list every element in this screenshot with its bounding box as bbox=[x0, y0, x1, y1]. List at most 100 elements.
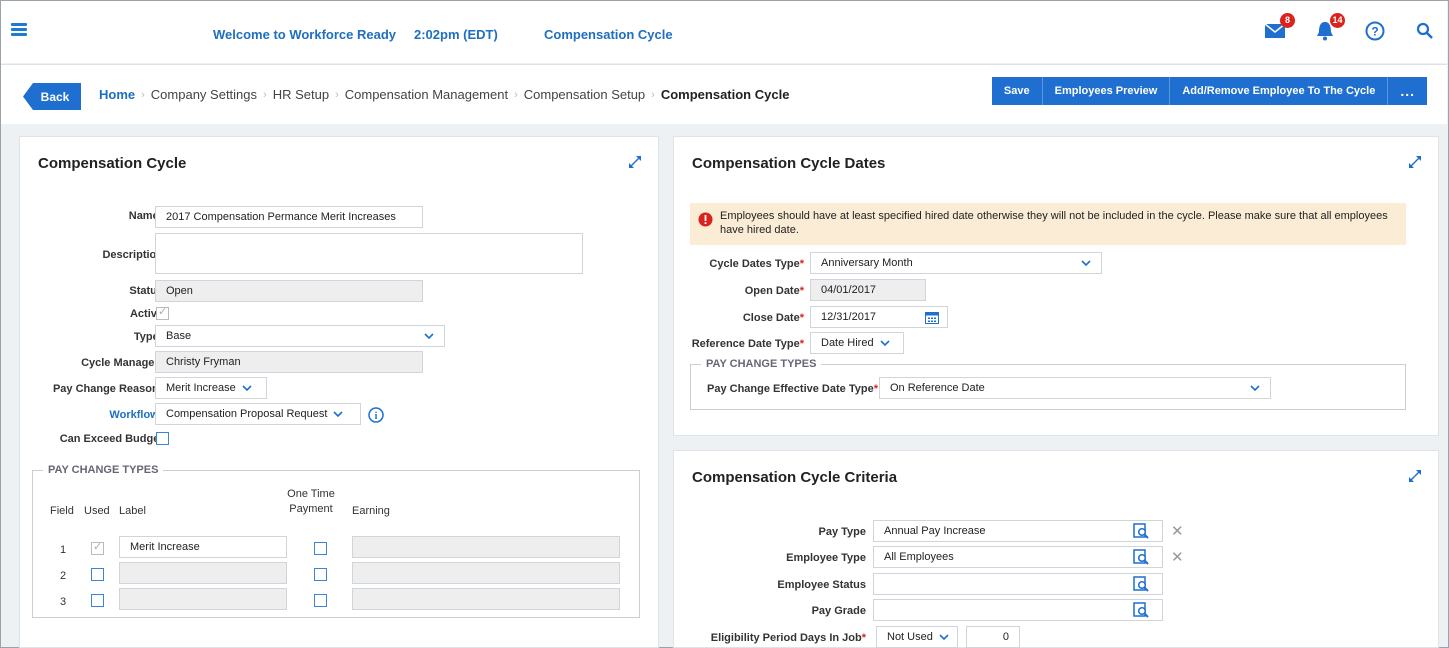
workflow-value: Compensation Proposal Request bbox=[166, 408, 328, 420]
panel-title: Compensation Cycle Dates bbox=[692, 155, 886, 172]
type-select[interactable]: Base bbox=[155, 325, 445, 347]
back-button[interactable]: Back bbox=[23, 83, 81, 110]
row-used-checkbox[interactable] bbox=[91, 540, 104, 555]
employee-status-input[interactable] bbox=[873, 573, 1163, 595]
eligibility-period-select[interactable]: Not Used bbox=[876, 626, 958, 648]
pay-grade-input[interactable] bbox=[873, 599, 1163, 621]
pay-change-types-legend: PAY CHANGE TYPES bbox=[43, 464, 164, 476]
name-input[interactable]: 2017 Compensation Permance Merit Increas… bbox=[155, 206, 423, 228]
svg-text:?: ? bbox=[1371, 25, 1378, 39]
breadcrumb: Home › Company Settings › HR Setup › Com… bbox=[99, 87, 789, 102]
collapse-icon[interactable] bbox=[628, 155, 642, 169]
can-exceed-budget-checkbox[interactable] bbox=[156, 432, 169, 445]
collapse-icon[interactable] bbox=[1408, 469, 1422, 483]
pay-change-reason-label: Pay Change Reason* bbox=[52, 383, 163, 395]
reference-date-type-select[interactable]: Date Hired bbox=[810, 332, 904, 354]
clear-employee-type-icon[interactable]: ✕ bbox=[1171, 550, 1184, 565]
row-used-checkbox[interactable] bbox=[91, 594, 104, 607]
pay-change-reason-value: Merit Increase bbox=[166, 382, 236, 394]
pay-type-input[interactable]: Annual Pay Increase bbox=[873, 520, 1163, 542]
collapse-icon[interactable] bbox=[1408, 155, 1422, 169]
warning-text: Employees should have at least specified… bbox=[720, 210, 1388, 236]
cycle-dates-type-label: Cycle Dates Type* bbox=[709, 258, 804, 270]
workflow-select[interactable]: Compensation Proposal Request bbox=[155, 403, 361, 425]
menu-icon[interactable] bbox=[11, 23, 27, 37]
breadcrumb-company-settings[interactable]: Company Settings bbox=[151, 87, 257, 102]
eligibility-period-label: Eligibility Period Days In Job* bbox=[710, 632, 866, 644]
breadcrumb-home[interactable]: Home bbox=[99, 87, 135, 102]
compensation-cycle-panel: Compensation Cycle Name* 2017 Compensati… bbox=[19, 136, 659, 648]
effective-date-type-select[interactable]: On Reference Date bbox=[879, 377, 1271, 399]
row-label-input[interactable] bbox=[119, 562, 287, 584]
lookup-icon[interactable] bbox=[1133, 549, 1149, 565]
row-label-input[interactable] bbox=[119, 588, 287, 610]
chevron-down-icon bbox=[880, 340, 890, 347]
lookup-icon[interactable] bbox=[1133, 523, 1149, 539]
breadcrumb-compensation-setup[interactable]: Compensation Setup bbox=[524, 87, 645, 102]
row-one-time-checkbox[interactable] bbox=[314, 594, 327, 607]
row-used-checkbox[interactable] bbox=[91, 568, 104, 581]
status-field: Open bbox=[155, 280, 423, 302]
chevron-down-icon bbox=[1081, 260, 1091, 267]
col-one-time-payment: One Time Payment bbox=[287, 488, 335, 515]
chevron-right-icon: › bbox=[514, 88, 518, 101]
cycle-dates-type-select[interactable]: Anniversary Month bbox=[810, 252, 1102, 274]
employee-status-label: Employee Status bbox=[777, 579, 866, 591]
chevron-down-icon bbox=[424, 333, 434, 340]
more-actions-button[interactable]: ... bbox=[1388, 77, 1427, 105]
help-icon[interactable]: ? bbox=[1363, 19, 1387, 43]
description-input[interactable] bbox=[155, 233, 583, 274]
cycle-manager-label: Cycle Manager* bbox=[81, 357, 163, 369]
breadcrumb-compensation-management[interactable]: Compensation Management bbox=[345, 87, 508, 102]
calendar-icon[interactable] bbox=[925, 311, 939, 324]
pay-change-reason-select[interactable]: Merit Increase bbox=[155, 377, 267, 399]
save-button[interactable]: Save bbox=[991, 77, 1043, 105]
info-icon[interactable]: i bbox=[368, 407, 384, 423]
row-label-input[interactable]: Merit Increase bbox=[119, 536, 287, 558]
panel-title: Compensation Cycle bbox=[38, 155, 187, 172]
row-earning-field bbox=[352, 562, 620, 584]
mail-icon[interactable]: 8 bbox=[1263, 13, 1295, 43]
close-date-label: Close Date* bbox=[742, 312, 804, 324]
effective-date-type-value: On Reference Date bbox=[890, 382, 985, 394]
clock-text: 2:02pm (EDT) bbox=[414, 27, 498, 42]
module-title: Compensation Cycle bbox=[544, 27, 673, 42]
lookup-icon[interactable] bbox=[1133, 602, 1149, 618]
action-toolbar: Save Employees Preview Add/Remove Employ… bbox=[991, 77, 1427, 105]
close-date-input[interactable]: 12/31/2017 bbox=[810, 306, 948, 328]
pay-change-types-legend: PAY CHANGE TYPES bbox=[701, 358, 822, 370]
chevron-right-icon: › bbox=[335, 88, 339, 101]
reference-date-type-label: Reference Date Type* bbox=[691, 338, 804, 350]
type-select-value: Base bbox=[166, 330, 192, 342]
clear-pay-type-icon[interactable]: ✕ bbox=[1171, 524, 1184, 539]
reference-date-type-value: Date Hired bbox=[821, 337, 874, 349]
lookup-icon[interactable] bbox=[1133, 576, 1149, 592]
chevron-down-icon bbox=[1250, 385, 1260, 392]
col-earning: Earning bbox=[352, 505, 390, 517]
compensation-cycle-dates-panel: Compensation Cycle Dates Employees shoul… bbox=[673, 136, 1439, 436]
breadcrumb-bar: Back Home › Company Settings › HR Setup … bbox=[1, 64, 1447, 124]
add-remove-employee-button[interactable]: Add/Remove Employee To The Cycle bbox=[1170, 77, 1389, 105]
row-one-time-checkbox[interactable] bbox=[314, 542, 327, 555]
bell-icon[interactable]: 14 bbox=[1313, 13, 1345, 43]
row-one-time-checkbox[interactable] bbox=[314, 568, 327, 581]
employee-type-input[interactable]: All Employees bbox=[873, 546, 1163, 568]
eligibility-days-input[interactable]: 0 bbox=[966, 626, 1020, 648]
breadcrumb-hr-setup[interactable]: HR Setup bbox=[273, 87, 329, 102]
chevron-right-icon: › bbox=[141, 88, 145, 101]
search-icon[interactable] bbox=[1413, 19, 1437, 43]
panel-title: Compensation Cycle Criteria bbox=[692, 469, 898, 486]
employees-preview-button[interactable]: Employees Preview bbox=[1042, 77, 1171, 105]
row-field-number: 2 bbox=[60, 570, 67, 582]
employee-type-label: Employee Type bbox=[786, 552, 866, 564]
alert-icon bbox=[698, 212, 713, 227]
pay-grade-label: Pay Grade bbox=[811, 605, 866, 617]
chevron-down-icon bbox=[939, 634, 949, 641]
open-date-field: 04/01/2017 bbox=[810, 279, 926, 301]
col-field: Field bbox=[50, 505, 74, 517]
col-label: Label bbox=[119, 505, 146, 517]
breadcrumb-current: Compensation Cycle bbox=[660, 87, 790, 102]
col-used: Used bbox=[84, 505, 110, 517]
active-checkbox[interactable] bbox=[156, 305, 169, 320]
row-field-number: 3 bbox=[60, 596, 67, 608]
